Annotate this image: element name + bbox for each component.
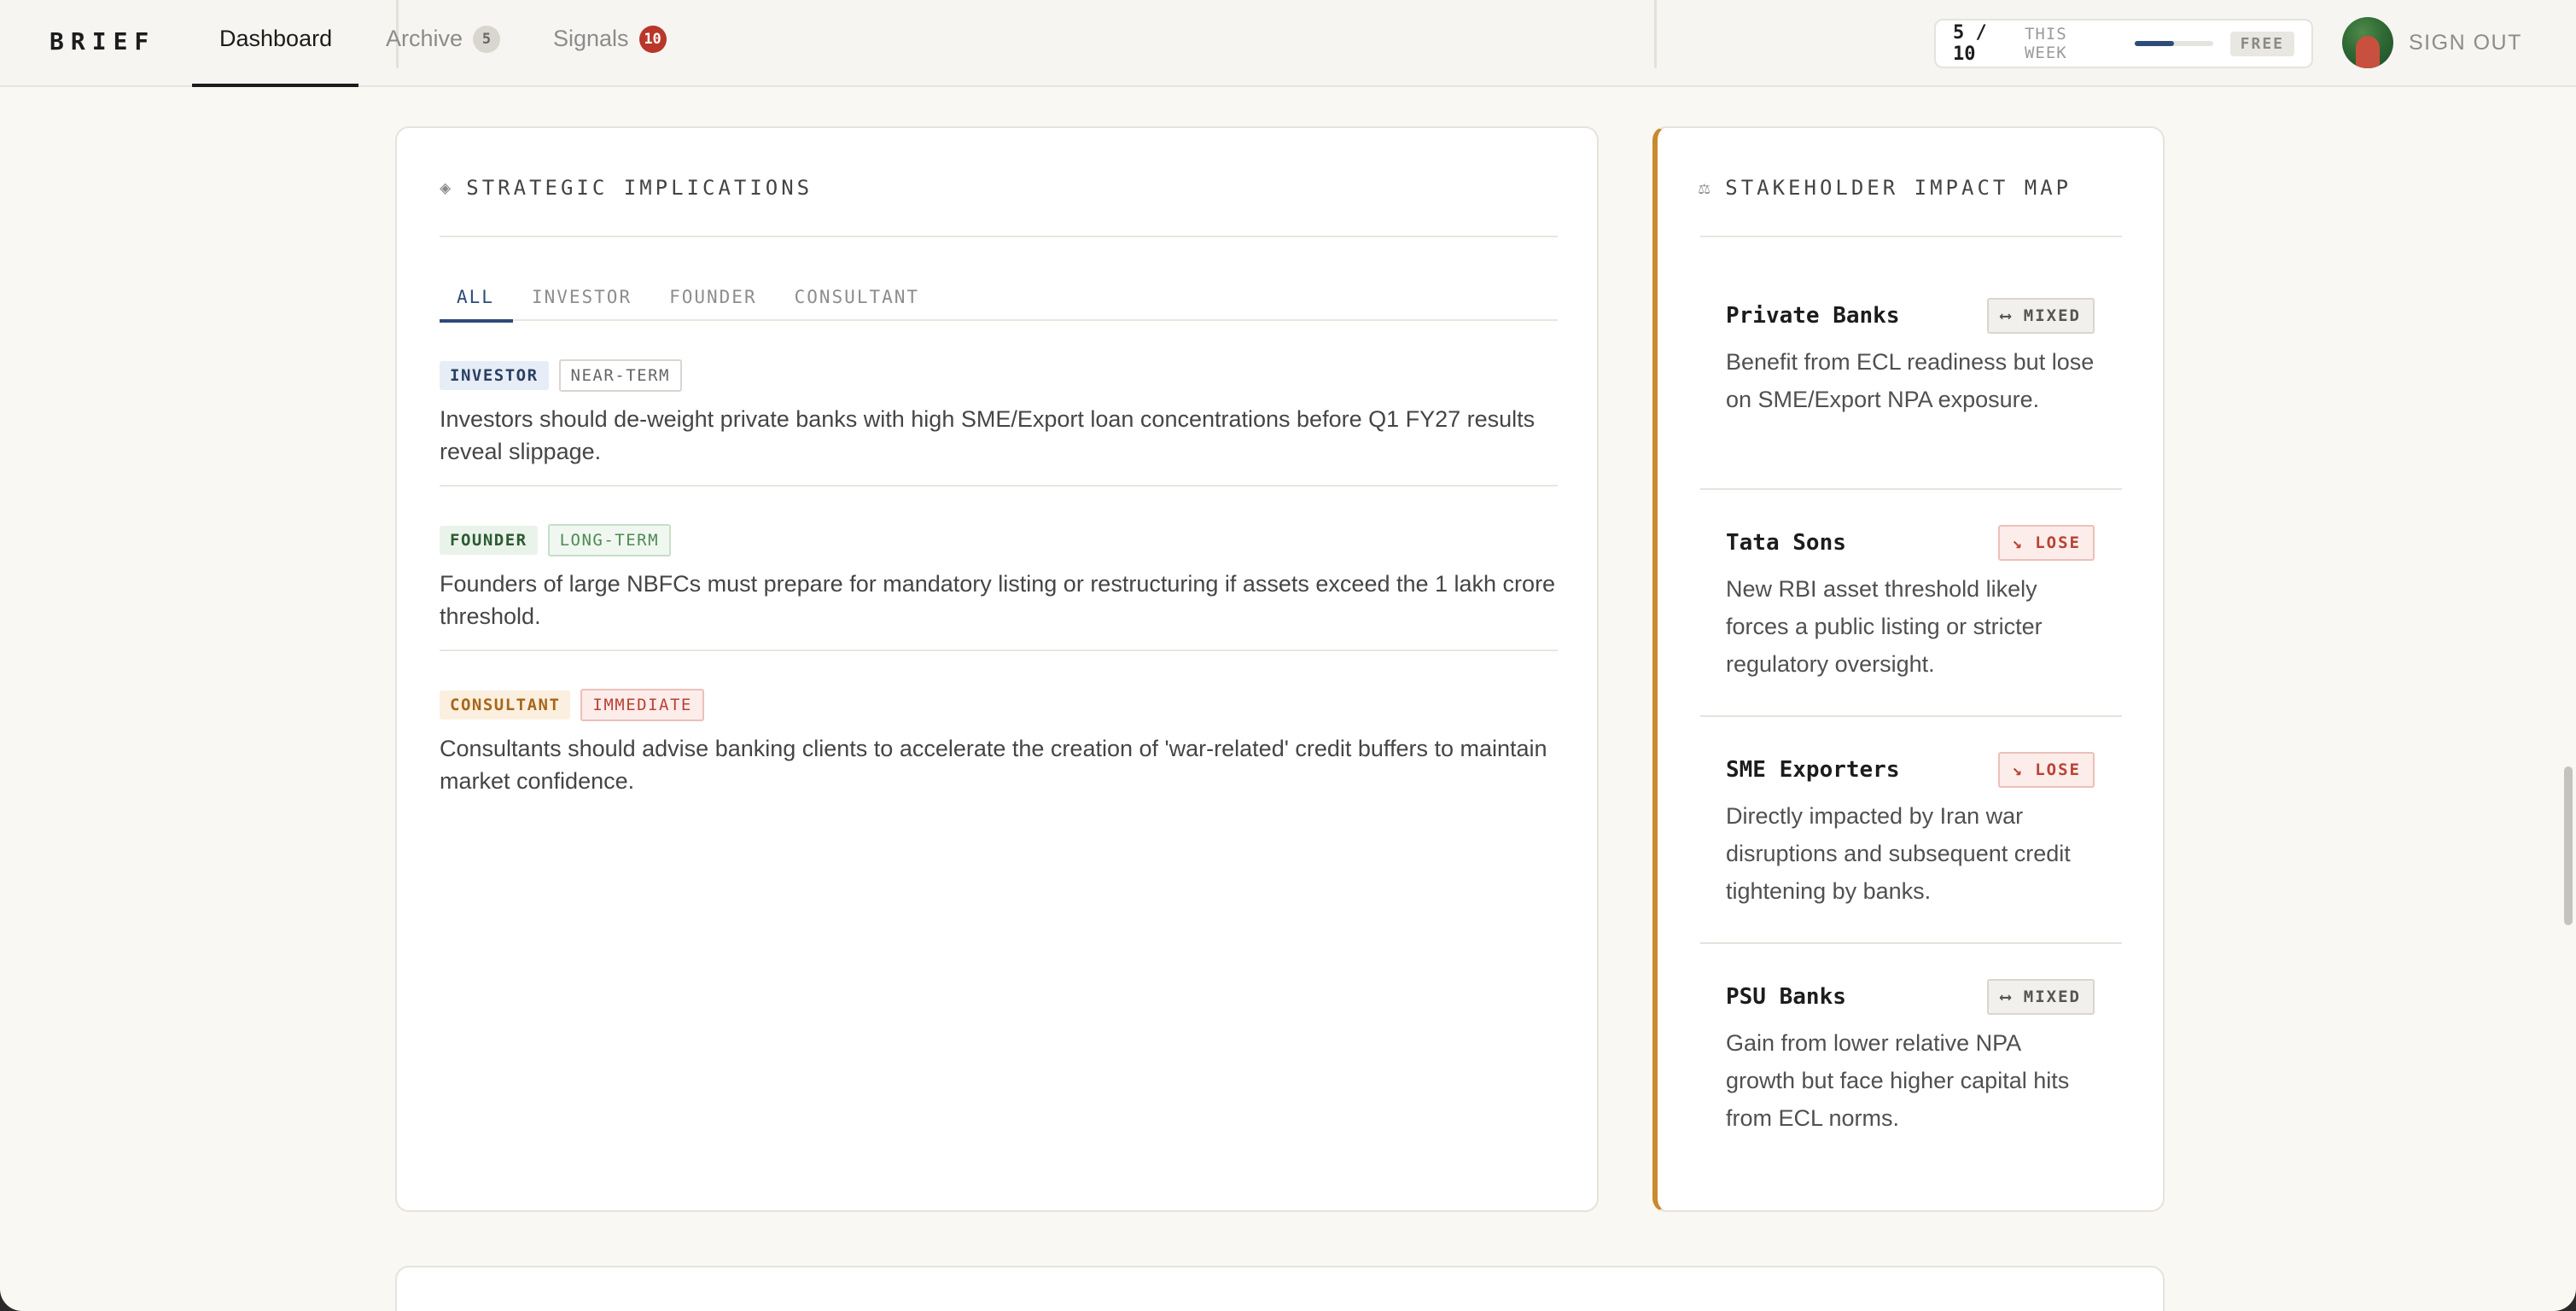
user-avatar[interactable] xyxy=(2342,17,2393,68)
tab-consultant[interactable]: CONSULTANT xyxy=(776,280,938,321)
implication-text: Consultants should advise banking client… xyxy=(440,736,1547,794)
card-title-text: STAKEHOLDER IMPACT MAP xyxy=(1725,176,2072,200)
stakeholder-item: Tata Sons ↘ LOSE New RBI asset threshold… xyxy=(1726,524,2095,683)
nav-label: Signals xyxy=(553,26,629,51)
strategic-implications-card: ◈ STRATEGIC IMPLICATIONS ALL INVESTOR FO… xyxy=(395,126,1599,1212)
app-viewport: BRIEF Dashboard Archive 5 Signals 10 5 /… xyxy=(0,0,2576,1311)
stakeholder-name: Tata Sons xyxy=(1726,530,1846,556)
implication-item: CONSULTANT IMMEDIATE Consultants should … xyxy=(440,689,1558,797)
quota-progress-fill xyxy=(2134,41,2174,46)
sign-out-button[interactable]: SIGN OUT xyxy=(2409,31,2522,55)
divider xyxy=(1700,942,2122,944)
nav-archive[interactable]: Archive 5 xyxy=(386,26,501,87)
stakeholder-text: Directly impacted by Iran war disruption… xyxy=(1726,803,2071,904)
divider xyxy=(1700,236,2122,237)
divider xyxy=(440,650,1558,651)
card-title: ◈ STRATEGIC IMPLICATIONS xyxy=(440,176,813,200)
divider xyxy=(1700,488,2122,490)
next-section-card xyxy=(395,1266,2165,1311)
impact-badge: ↘ LOSE xyxy=(1998,525,2095,561)
stakeholder-text: Benefit from ECL readiness but lose on S… xyxy=(1726,349,2095,412)
scale-icon: ⚖ xyxy=(1699,177,1714,199)
quota-period: THIS WEEK xyxy=(2024,25,2067,62)
stakeholder-item: PSU Banks ⟷ MIXED Gain from lower relati… xyxy=(1726,978,2095,1137)
nav-signals[interactable]: Signals 10 xyxy=(553,26,667,87)
term-tag: LONG-TERM xyxy=(547,524,672,556)
scrollbar-thumb[interactable] xyxy=(2564,766,2573,925)
card-title: ⚖ STAKEHOLDER IMPACT MAP xyxy=(1699,176,2072,200)
role-tag: INVESTOR xyxy=(440,361,549,390)
stakeholder-impact-card: ⚖ STAKEHOLDER IMPACT MAP Private Banks ⟷… xyxy=(1652,126,2165,1212)
brand-logo[interactable]: BRIEF xyxy=(50,27,155,55)
signals-count-badge: 10 xyxy=(638,26,667,53)
active-nav-indicator xyxy=(192,84,358,87)
term-tag: NEAR-TERM xyxy=(558,359,682,392)
stakeholder-name: Private Banks xyxy=(1726,303,1900,329)
weekly-quota-indicator: 5 / 10 THIS WEEK FREE xyxy=(1934,19,2313,68)
role-tag: FOUNDER xyxy=(440,526,538,555)
role-filter-tabs: ALL INVESTOR FOUNDER CONSULTANT xyxy=(440,280,1558,323)
implication-item: FOUNDER LONG-TERM Founders of large NBFC… xyxy=(440,524,1558,632)
term-tag: IMMEDIATE xyxy=(580,689,704,721)
implication-item: INVESTOR NEAR-TERM Investors should de-w… xyxy=(440,359,1558,468)
divider xyxy=(440,485,1558,487)
divider xyxy=(1654,0,1657,68)
stakeholder-name: SME Exporters xyxy=(1726,757,1900,783)
impact-badge: ⟷ MIXED xyxy=(1986,979,2095,1015)
nav-label: Archive xyxy=(386,26,463,51)
top-navigation-bar: BRIEF Dashboard Archive 5 Signals 10 5 /… xyxy=(0,0,2576,87)
stakeholder-item: SME Exporters ↘ LOSE Directly impacted b… xyxy=(1726,751,2095,910)
stakeholder-text: Gain from lower relative NPA growth but … xyxy=(1726,1030,2070,1131)
nav-label: Dashboard xyxy=(219,26,333,51)
implication-text: Investors should de-weight private banks… xyxy=(440,406,1536,464)
plan-badge: FREE xyxy=(2229,31,2294,56)
page-scrollbar[interactable] xyxy=(2559,87,2576,1311)
divider xyxy=(1700,715,2122,717)
quota-count: 5 / 10 xyxy=(1953,22,1987,65)
divider xyxy=(440,236,1558,237)
role-tag: CONSULTANT xyxy=(440,690,571,720)
archive-count-badge: 5 xyxy=(473,26,501,53)
tab-investor[interactable]: INVESTOR xyxy=(513,280,650,321)
stakeholder-name: PSU Banks xyxy=(1726,984,1846,1010)
quota-progress-bar xyxy=(2134,41,2213,46)
implication-text: Founders of large NBFCs must prepare for… xyxy=(440,571,1556,629)
impact-badge: ↘ LOSE xyxy=(1998,752,2095,788)
diamond-icon: ◈ xyxy=(440,177,455,199)
tab-founder[interactable]: FOUNDER xyxy=(650,280,776,321)
card-title-text: STRATEGIC IMPLICATIONS xyxy=(466,176,813,200)
stakeholder-text: New RBI asset threshold likely forces a … xyxy=(1726,576,2043,677)
tab-all[interactable]: ALL xyxy=(440,280,513,323)
stakeholder-item: Private Banks ⟷ MIXED Benefit from ECL r… xyxy=(1726,297,2095,418)
impact-badge: ⟷ MIXED xyxy=(1986,298,2095,334)
nav-dashboard[interactable]: Dashboard xyxy=(219,26,332,87)
